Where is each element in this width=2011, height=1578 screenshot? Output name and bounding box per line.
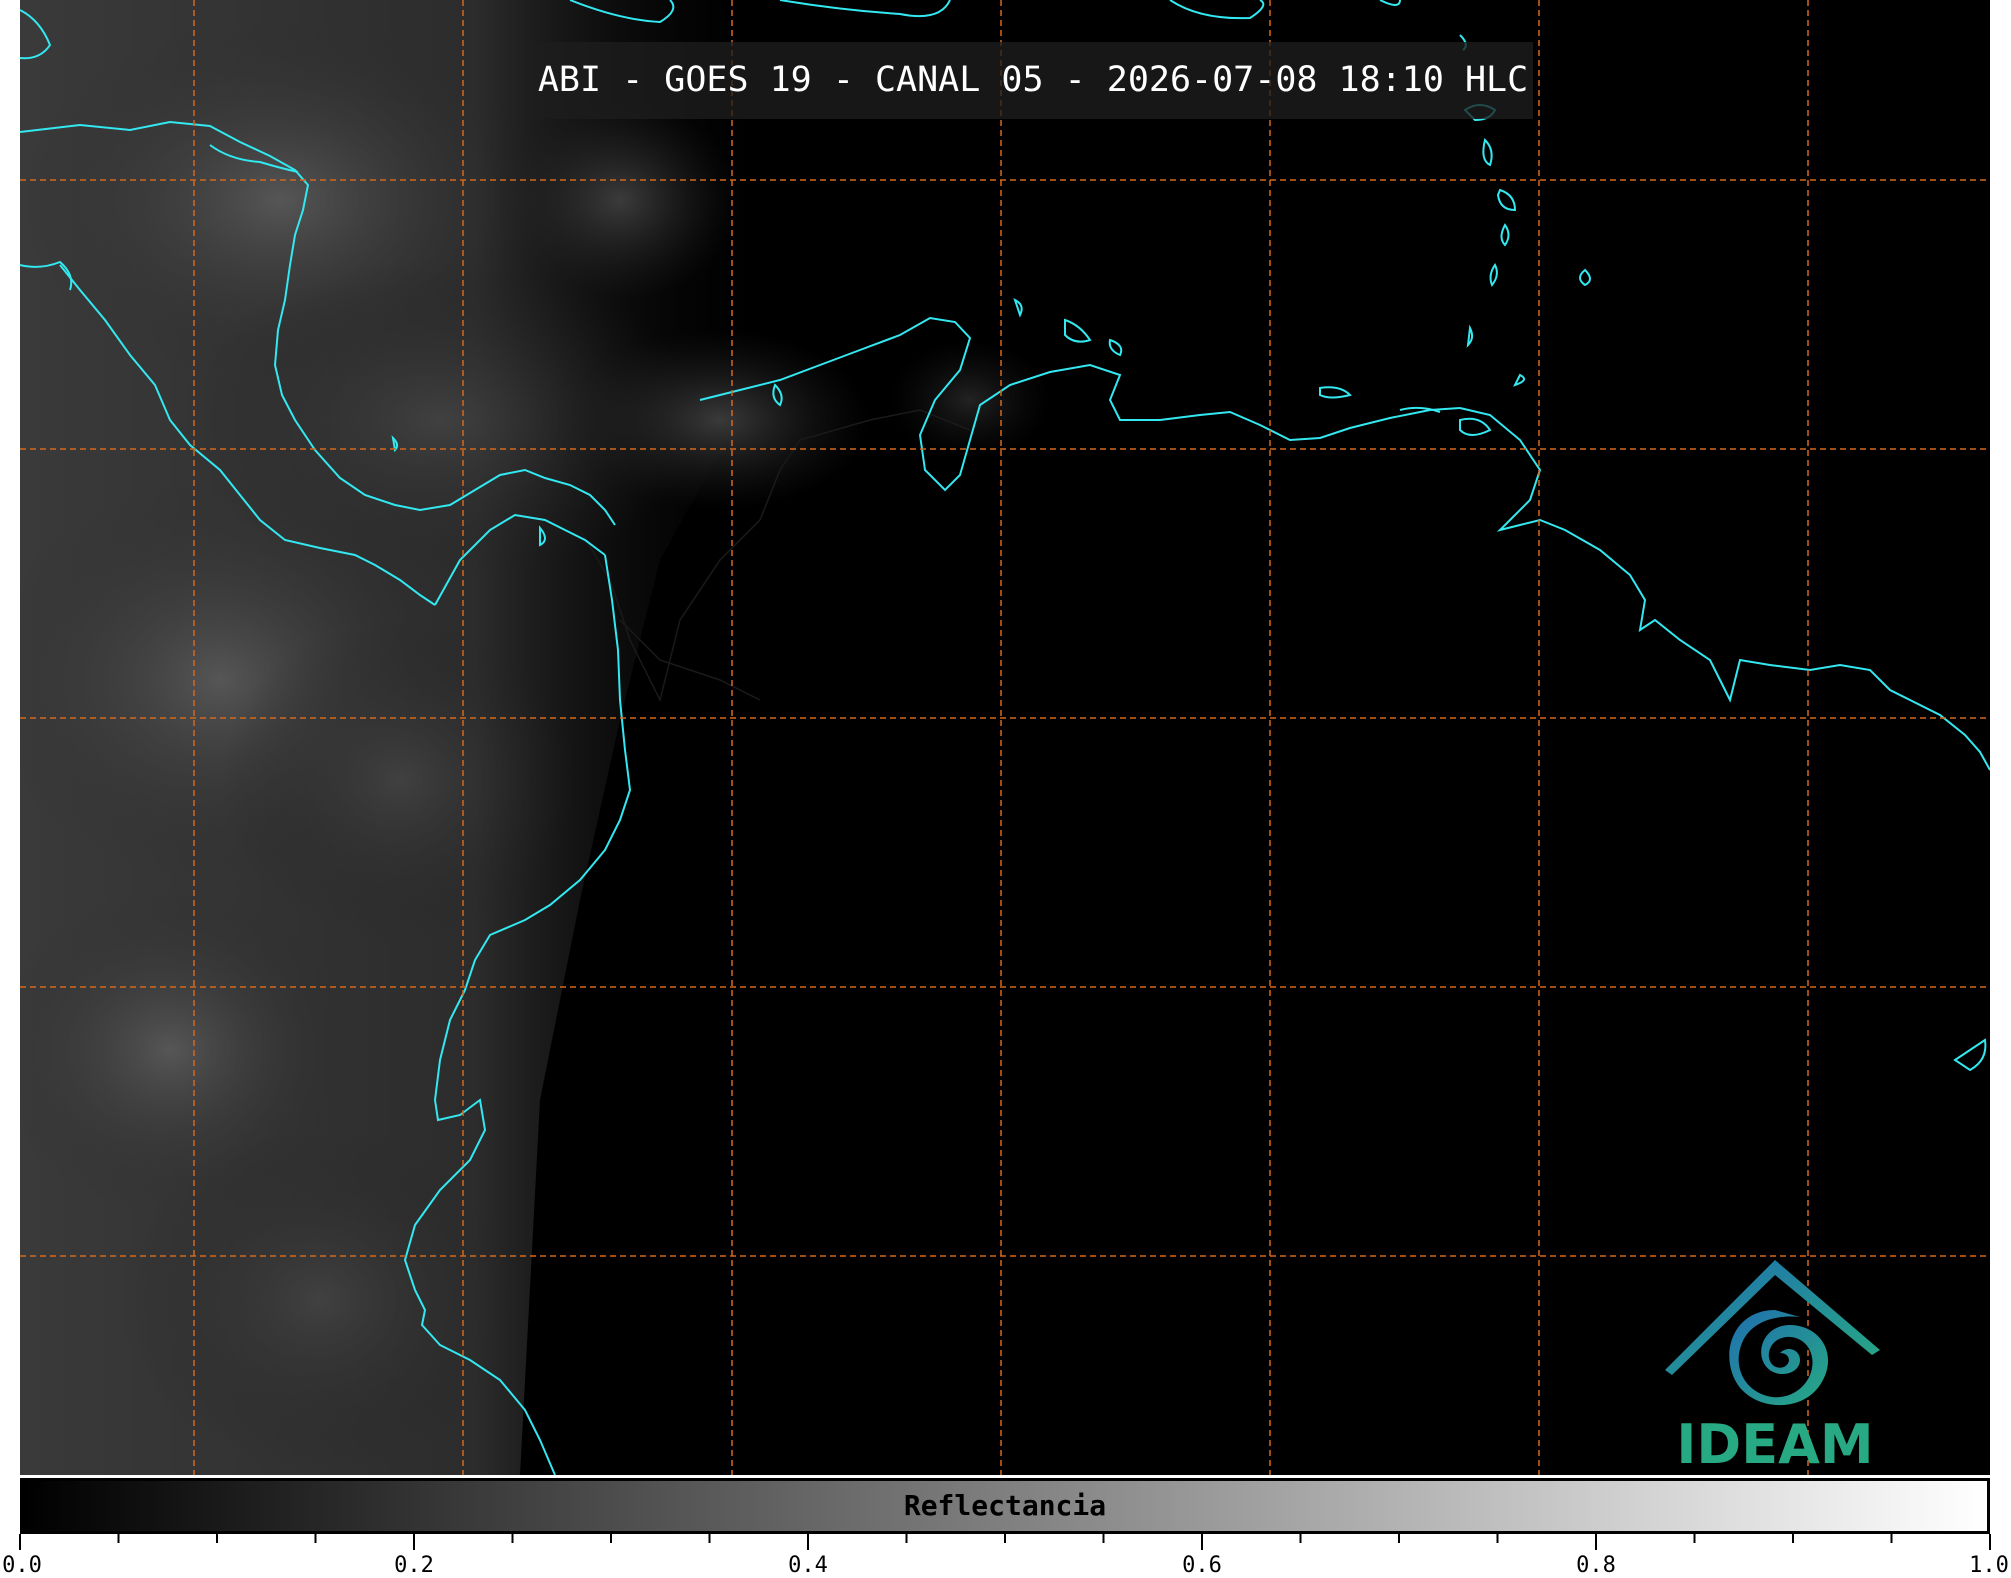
- colorbar-tick-label: 0.8: [1576, 1553, 1616, 1578]
- cloud-field: [20, 0, 1050, 1475]
- title-box: ABI - GOES 19 - CANAL 05 - 2026-07-08 18…: [533, 42, 1533, 119]
- satellite-map: ABI - GOES 19 - CANAL 05 - 2026-07-08 18…: [20, 0, 1990, 1475]
- colorbar-label: Reflectancia: [903, 1489, 1107, 1522]
- map-canvas: [20, 0, 1990, 1475]
- colorbar-tick-label: 1.0: [1969, 1553, 2009, 1578]
- colorbar-tick-label: 0.6: [1182, 1553, 1222, 1578]
- map-title: ABI - GOES 19 - CANAL 05 - 2026-07-08 18…: [537, 60, 1529, 100]
- colorbar-tick-label: 0.0: [2, 1553, 42, 1578]
- colorbar: Reflectancia: [20, 1478, 1990, 1534]
- colorbar-ticks: [19, 1534, 1991, 1550]
- spiral-icon: [1729, 1310, 1829, 1406]
- colorbar-tick-label: 0.4: [788, 1553, 828, 1578]
- logo-text: IDEAM: [1676, 1413, 1874, 1475]
- colorbar-tick-label: 0.2: [394, 1553, 434, 1578]
- ideam-logo: [1665, 1260, 1880, 1406]
